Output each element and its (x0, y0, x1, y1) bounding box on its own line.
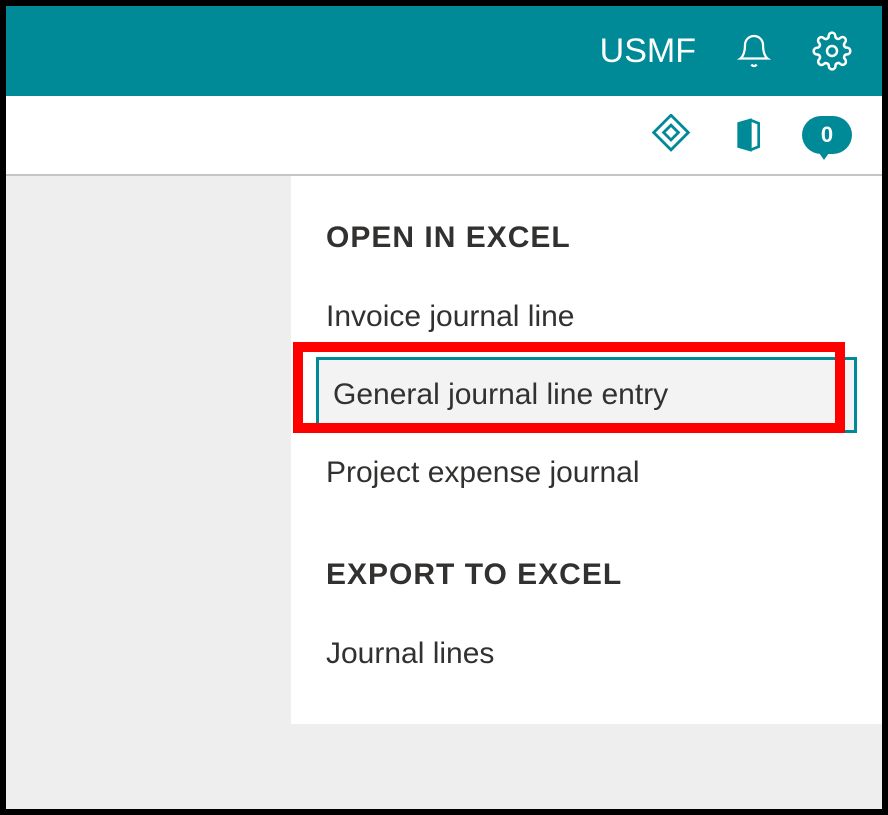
top-bar: USMF (6, 6, 882, 96)
company-label[interactable]: USMF (600, 32, 696, 71)
notifications-icon[interactable] (736, 33, 772, 69)
menu-item-invoice-journal-line[interactable]: Invoice journal line (316, 285, 857, 349)
messages-badge[interactable]: 0 (802, 116, 852, 154)
diamond-icon[interactable] (650, 114, 692, 156)
open-in-excel-header: OPEN IN EXCEL (316, 221, 857, 255)
badge-count: 0 (821, 122, 833, 148)
menu-item-project-expense-journal[interactable]: Project expense journal (316, 441, 857, 505)
excel-dropdown-menu: OPEN IN EXCEL Invoice journal line Gener… (291, 176, 882, 724)
toolbar: 0 (6, 96, 882, 176)
menu-item-journal-lines[interactable]: Journal lines (316, 622, 857, 686)
content-area: OPEN IN EXCEL Invoice journal line Gener… (6, 176, 882, 809)
gear-icon[interactable] (812, 31, 852, 71)
office-icon[interactable] (727, 115, 767, 155)
export-to-excel-header: EXPORT TO EXCEL (316, 558, 857, 592)
menu-item-general-journal-line-entry[interactable]: General journal line entry (316, 357, 857, 433)
